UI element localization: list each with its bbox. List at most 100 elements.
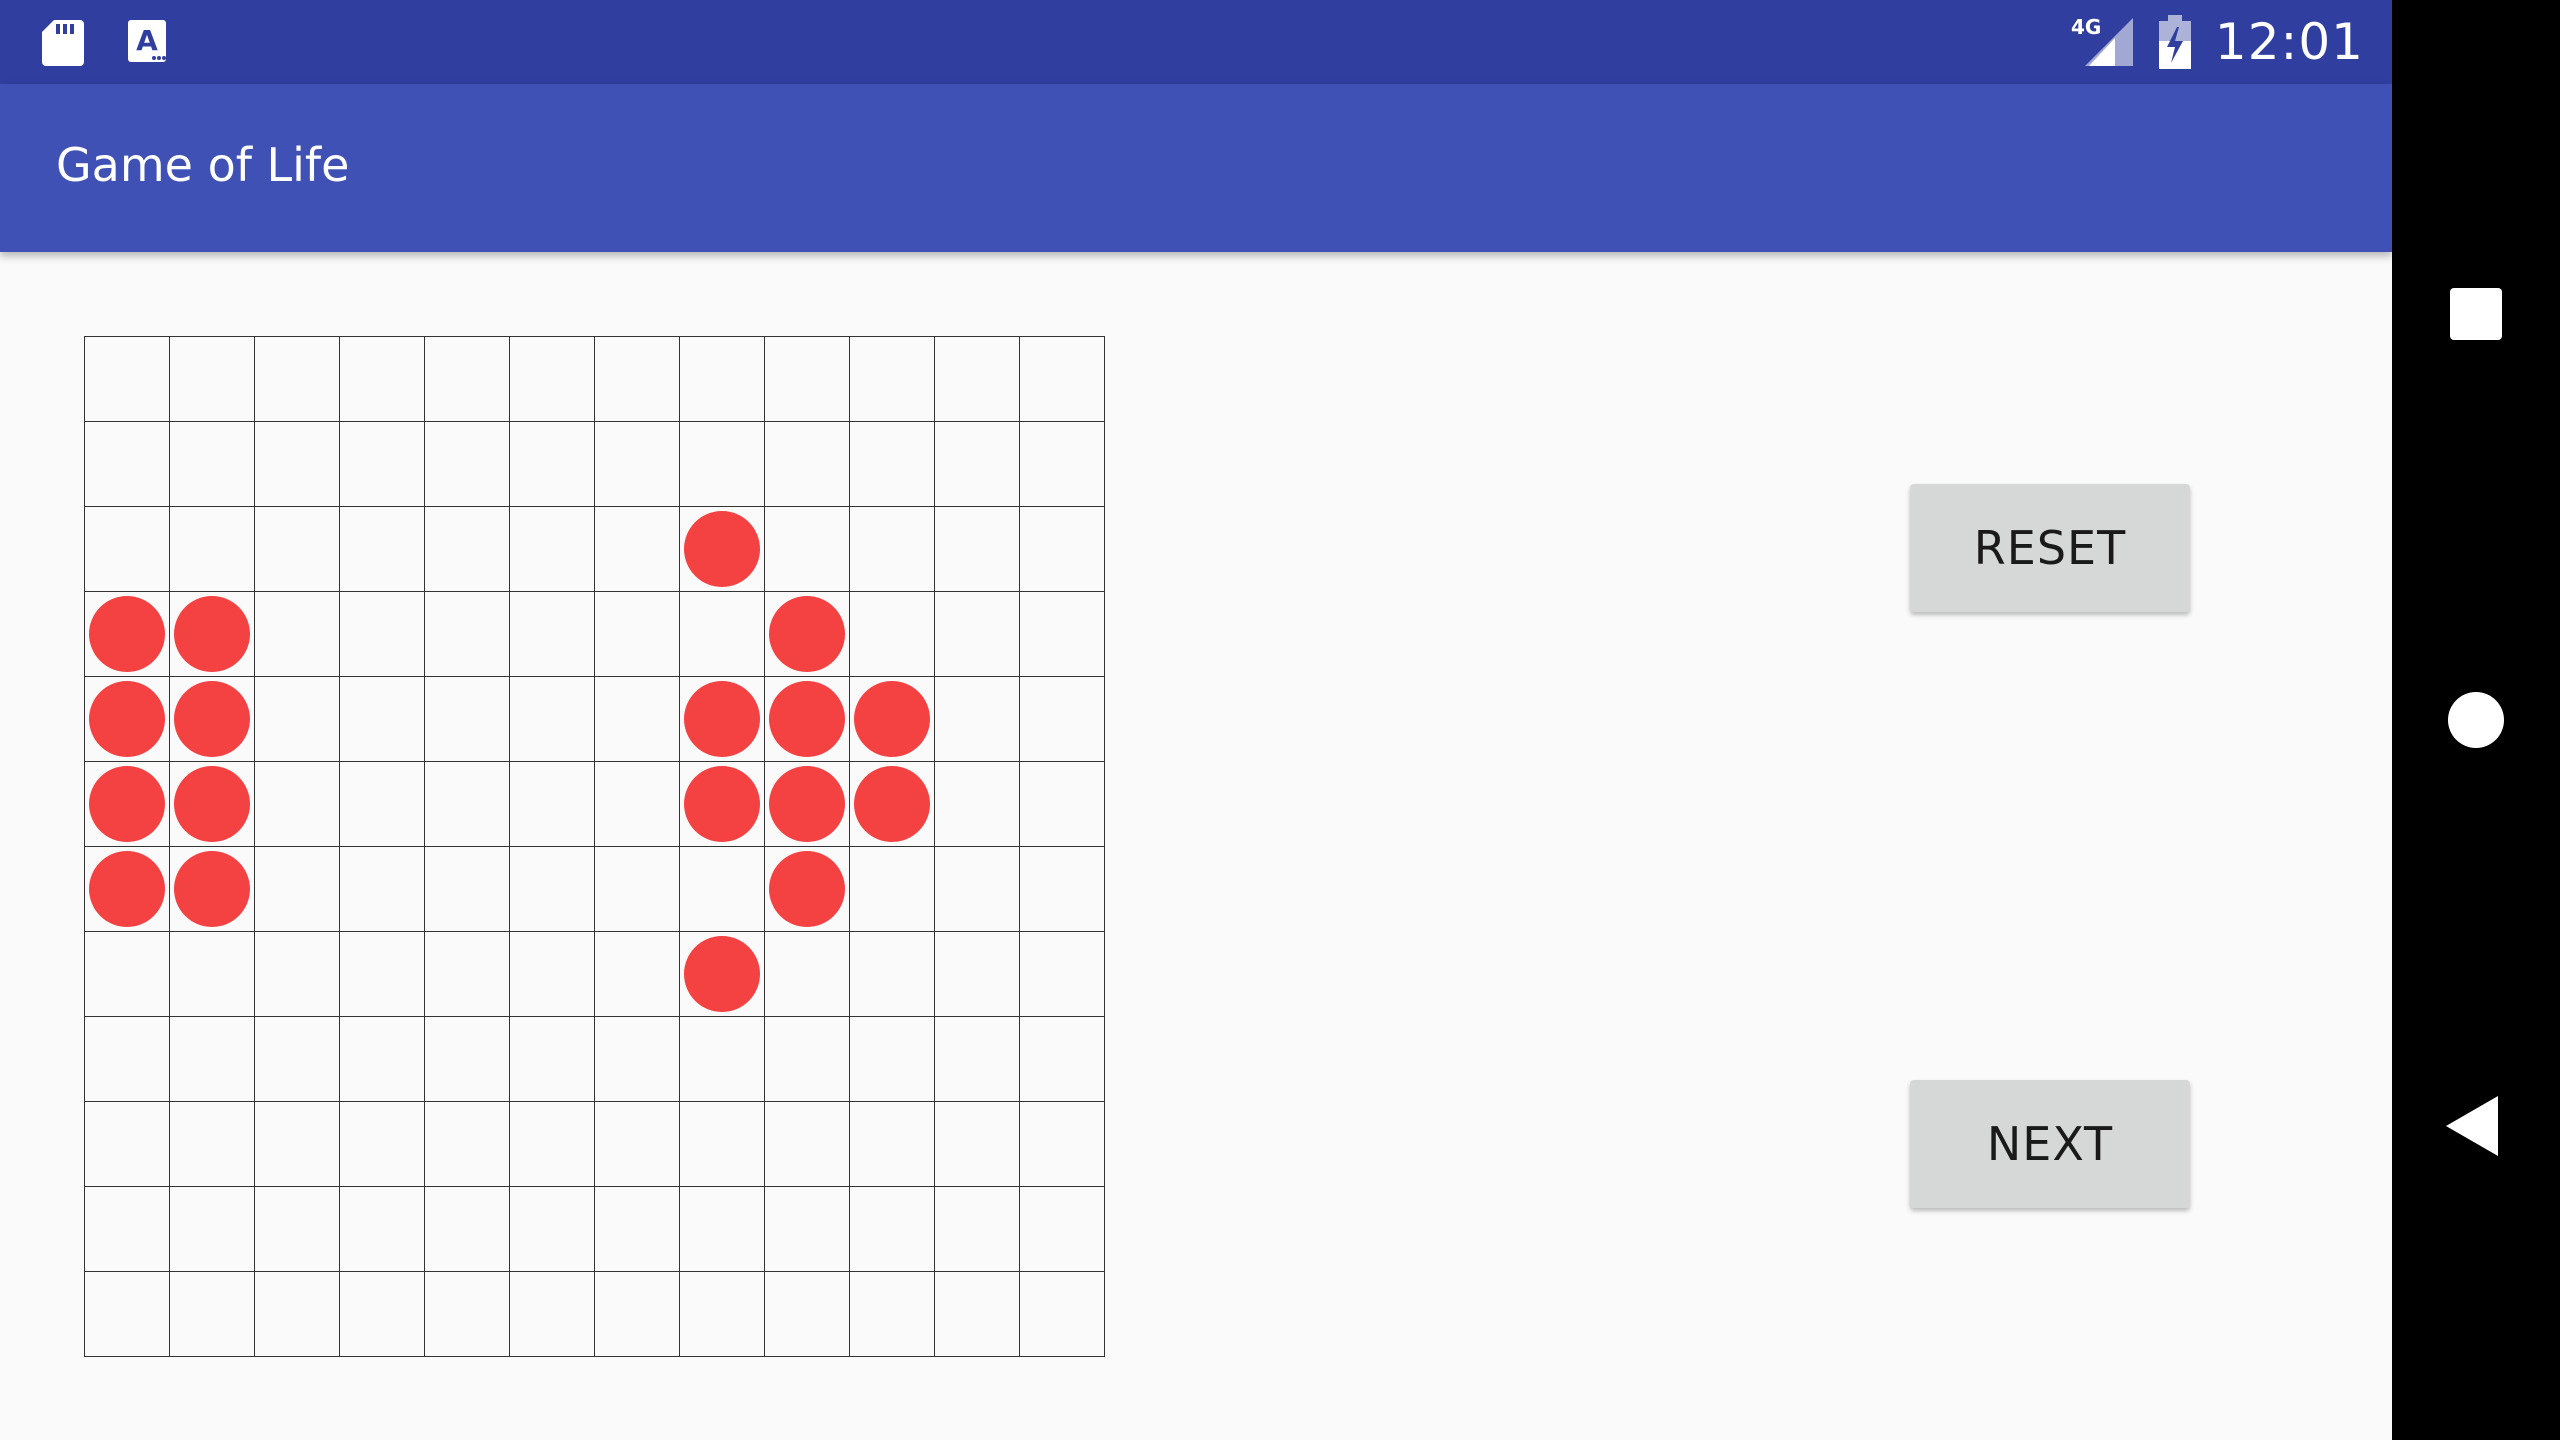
board-cell[interactable] [255,847,340,932]
board-cell[interactable] [340,337,425,422]
board-cell[interactable] [935,762,1020,847]
board-cell[interactable] [595,1272,680,1357]
board-cell[interactable] [425,677,510,762]
board-cell[interactable] [935,1017,1020,1102]
board-cell[interactable] [595,592,680,677]
board-cell[interactable] [255,1187,340,1272]
board-cell[interactable] [85,1187,170,1272]
board-cell[interactable] [850,337,935,422]
board-cell[interactable] [1020,1102,1105,1187]
board-cell[interactable] [340,422,425,507]
board-cell[interactable] [1020,1187,1105,1272]
board-cell[interactable] [510,932,595,1017]
board-cell[interactable] [1020,592,1105,677]
board-cell[interactable] [340,1017,425,1102]
board-cell[interactable] [595,507,680,592]
board-cell[interactable] [1020,1017,1105,1102]
board-cell[interactable] [170,422,255,507]
board-cell[interactable] [850,422,935,507]
board-cell[interactable] [85,507,170,592]
board-cell[interactable] [850,1187,935,1272]
board-cell[interactable] [850,1272,935,1357]
board-cell[interactable] [255,422,340,507]
board-cell[interactable] [935,932,1020,1017]
board-cell[interactable] [255,762,340,847]
board-cell[interactable] [935,337,1020,422]
board-cell[interactable] [935,592,1020,677]
board-cell[interactable] [680,1272,765,1357]
board-cell[interactable] [425,422,510,507]
board-cell[interactable] [85,337,170,422]
board-cell[interactable] [510,1102,595,1187]
board-cell[interactable] [85,1272,170,1357]
board-cell[interactable] [340,1102,425,1187]
board-cell[interactable] [1020,337,1105,422]
square-icon[interactable] [2450,288,2502,340]
board-cell[interactable] [340,1272,425,1357]
board-cell[interactable] [1020,762,1105,847]
board-cell[interactable] [425,337,510,422]
board-cell[interactable] [510,1017,595,1102]
board-cell[interactable] [765,422,850,507]
board-cell[interactable] [765,507,850,592]
board-cell[interactable] [935,847,1020,932]
board-cell[interactable] [595,1017,680,1102]
board-cell[interactable] [680,1102,765,1187]
board-cell[interactable] [935,677,1020,762]
board-cell[interactable] [510,847,595,932]
board-cell[interactable] [1020,932,1105,1017]
board-cell[interactable] [170,1272,255,1357]
alive-cell[interactable] [765,847,850,932]
board-cell[interactable] [255,592,340,677]
board-cell[interactable] [255,507,340,592]
board-cell[interactable] [170,1102,255,1187]
triangle-back-icon[interactable] [2446,1096,2498,1156]
board-cell[interactable] [340,932,425,1017]
board-cell[interactable] [765,1102,850,1187]
board-cell[interactable] [510,1272,595,1357]
board-cell[interactable] [510,422,595,507]
board-cell[interactable] [595,847,680,932]
alive-cell[interactable] [170,762,255,847]
board-cell[interactable] [255,932,340,1017]
alive-cell[interactable] [85,592,170,677]
circle-icon[interactable] [2448,692,2504,748]
alive-cell[interactable] [765,677,850,762]
board-cell[interactable] [595,422,680,507]
board-cell[interactable] [425,932,510,1017]
board-cell[interactable] [765,1272,850,1357]
alive-cell[interactable] [170,592,255,677]
board-cell[interactable] [340,592,425,677]
next-button[interactable]: NEXT [1910,1080,2190,1208]
board-cell[interactable] [1020,422,1105,507]
board-cell[interactable] [680,337,765,422]
board-cell[interactable] [340,507,425,592]
board-cell[interactable] [170,932,255,1017]
board-cell[interactable] [765,932,850,1017]
board-cell[interactable] [170,507,255,592]
board-cell[interactable] [595,1187,680,1272]
board-cell[interactable] [850,507,935,592]
board-cell[interactable] [850,592,935,677]
board-cell[interactable] [255,1102,340,1187]
board-cell[interactable] [595,1102,680,1187]
board-cell[interactable] [765,337,850,422]
reset-button[interactable]: RESET [1910,484,2190,612]
board-cell[interactable] [850,932,935,1017]
board-cell[interactable] [935,507,1020,592]
board-cell[interactable] [1020,847,1105,932]
board-cell[interactable] [255,337,340,422]
alive-cell[interactable] [765,762,850,847]
alive-cell[interactable] [85,762,170,847]
board-cell[interactable] [425,1187,510,1272]
board-cell[interactable] [170,337,255,422]
board-cell[interactable] [425,847,510,932]
board-cell[interactable] [850,1017,935,1102]
board-cell[interactable] [595,337,680,422]
board-cell[interactable] [510,507,595,592]
board-cell[interactable] [1020,1272,1105,1357]
board-cell[interactable] [1020,677,1105,762]
board-cell[interactable] [680,592,765,677]
board-cell[interactable] [340,677,425,762]
board-cell[interactable] [510,337,595,422]
